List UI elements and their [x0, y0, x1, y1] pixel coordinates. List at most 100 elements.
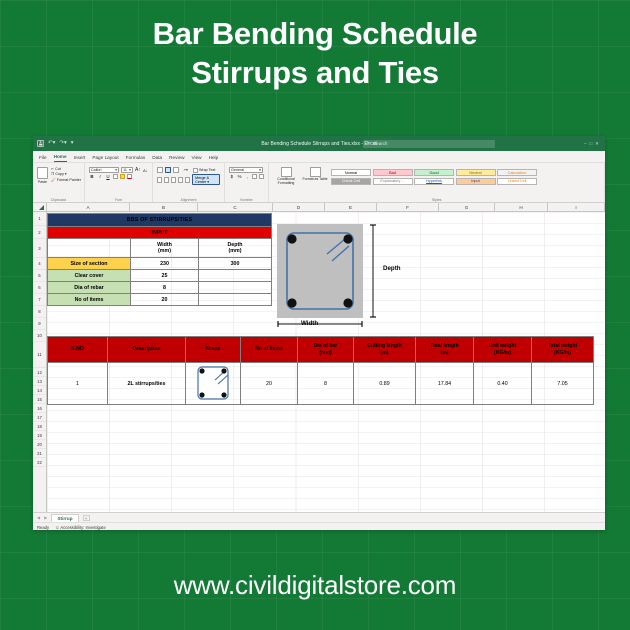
- cell-total-weight[interactable]: 7.05: [531, 362, 594, 405]
- next-sheet-icon[interactable]: ▶: [44, 515, 47, 520]
- style-linked-cell[interactable]: Linked Cell: [497, 177, 537, 185]
- format-as-table-button[interactable]: Format as Table: [302, 167, 328, 185]
- cell-description[interactable]: 2L stirrups/ties: [107, 362, 186, 405]
- style-normal[interactable]: Normal: [331, 169, 371, 176]
- sheet-canvas[interactable]: BBS OF STIRRUPS/TIES INPUT Width (mm) De…: [47, 212, 605, 512]
- fill-color-icon[interactable]: [120, 174, 125, 180]
- column-header-i[interactable]: I: [548, 203, 605, 211]
- decrease-font-size-icon[interactable]: A↓: [143, 168, 148, 173]
- cell-unit-weight[interactable]: 0.40: [473, 362, 532, 405]
- column-header-h[interactable]: H: [495, 203, 548, 211]
- style-explanatory[interactable]: Explanatory ...: [372, 177, 413, 185]
- row-header-15[interactable]: 15: [33, 395, 46, 404]
- value-size-of-section-depth[interactable]: 300: [198, 257, 272, 270]
- percent-format-button[interactable]: %: [237, 174, 243, 179]
- row-header-14[interactable]: 14: [33, 386, 46, 395]
- row-header-2[interactable]: 2: [33, 226, 46, 239]
- row-header-13[interactable]: 13: [33, 377, 46, 386]
- align-middle-icon[interactable]: [165, 167, 171, 173]
- style-neutral[interactable]: Neutral: [455, 169, 496, 176]
- ribbon-tab-strip[interactable]: File Home Insert Page Layout Formulas Da…: [33, 151, 605, 163]
- align-top-icon[interactable]: [157, 167, 163, 173]
- column-header-a[interactable]: A: [47, 203, 130, 211]
- font-color-icon[interactable]: [127, 174, 132, 180]
- style-hyperlink[interactable]: Hyperlink: [414, 177, 454, 185]
- sheet-tab-bar[interactable]: ◀ ▶ Stirrup +: [33, 512, 605, 522]
- copy-button[interactable]: ❐ Copy ▾: [51, 172, 81, 176]
- row-header-10[interactable]: 10: [33, 330, 46, 342]
- value-clear-cover-depth[interactable]: [198, 269, 272, 282]
- tab-formulas[interactable]: Formulas: [126, 155, 146, 162]
- cut-button[interactable]: ✂ Cut: [51, 167, 81, 171]
- column-header-f[interactable]: F: [377, 203, 439, 211]
- font-family-select[interactable]: Calibri ▾: [89, 167, 120, 173]
- previous-sheet-icon[interactable]: ◀: [37, 515, 40, 520]
- row-header-7[interactable]: 7: [33, 294, 46, 306]
- column-header-c[interactable]: C: [198, 203, 273, 211]
- tab-data[interactable]: Data: [152, 155, 162, 162]
- increase-indent-icon[interactable]: [185, 176, 191, 183]
- row-header-11[interactable]: 11: [33, 342, 46, 368]
- align-center-icon[interactable]: [164, 176, 170, 183]
- tab-home[interactable]: Home: [53, 154, 67, 162]
- format-painter-button[interactable]: 🖌 Format Painter: [51, 178, 81, 182]
- align-right-icon[interactable]: [171, 176, 177, 183]
- align-left-icon[interactable]: [157, 176, 163, 183]
- style-input[interactable]: Input: [455, 177, 496, 185]
- paste-button[interactable]: Paste: [37, 167, 48, 184]
- chevron-down-icon[interactable]: ▾: [115, 168, 117, 172]
- cell-no-of-items[interactable]: 20: [240, 362, 298, 405]
- window-controls[interactable]: –□✕: [584, 141, 602, 147]
- chevron-down-icon[interactable]: ▾: [259, 168, 261, 172]
- row-header-8[interactable]: 8: [33, 306, 46, 318]
- chevron-down-icon[interactable]: ▾: [65, 172, 67, 176]
- increase-font-size-icon[interactable]: A↑: [135, 167, 141, 173]
- style-good[interactable]: Good: [414, 169, 454, 176]
- row-header-22[interactable]: 22: [33, 458, 46, 467]
- column-header-e[interactable]: E: [325, 203, 377, 211]
- row-header-18[interactable]: 18: [33, 422, 46, 431]
- row-header-9[interactable]: 9: [33, 318, 46, 330]
- tab-help[interactable]: Help: [209, 155, 219, 162]
- conditional-formatting-button[interactable]: Conditional Formatting: [273, 167, 299, 185]
- align-bottom-icon[interactable]: [173, 167, 179, 173]
- row-header-3[interactable]: 3: [33, 239, 46, 258]
- column-header-g[interactable]: G: [439, 203, 495, 211]
- select-all-corner[interactable]: [33, 203, 47, 211]
- column-header-b[interactable]: B: [130, 203, 198, 211]
- value-clear-cover-width[interactable]: 25: [130, 269, 199, 282]
- tab-view[interactable]: View: [191, 155, 201, 162]
- number-format-select[interactable]: General ▾: [229, 167, 263, 173]
- tab-file[interactable]: File: [39, 155, 47, 162]
- style-check-cell[interactable]: Check Cell: [331, 177, 371, 185]
- style-bad[interactable]: Bad: [372, 169, 413, 176]
- accessibility-status[interactable]: ☺ Accessibility: Investigate: [55, 525, 106, 530]
- value-dia-of-rebar-depth[interactable]: [198, 281, 272, 294]
- tab-page-layout[interactable]: Page Layout: [92, 155, 118, 162]
- value-no-of-items-width[interactable]: 20: [130, 293, 199, 306]
- italic-button[interactable]: I: [97, 174, 103, 179]
- comma-format-button[interactable]: ,: [245, 174, 251, 179]
- increase-decimal-icon[interactable]: [252, 174, 258, 180]
- tab-insert[interactable]: Insert: [74, 155, 86, 162]
- row-header-17[interactable]: 17: [33, 413, 46, 422]
- row-header-1[interactable]: 1: [33, 212, 46, 226]
- decrease-decimal-icon[interactable]: [259, 174, 264, 180]
- chevron-down-icon[interactable]: ▾: [207, 180, 209, 184]
- cell-styles-gallery[interactable]: Normal Bad Good Neutral Calculation Chec…: [331, 167, 537, 185]
- search-input[interactable]: 🔍 Search: [363, 139, 495, 148]
- row-header-12[interactable]: 12: [33, 368, 46, 377]
- site-url[interactable]: www.civildigitalstore.com: [0, 570, 630, 601]
- cell-cutting-length[interactable]: 0.89: [353, 362, 416, 405]
- decrease-indent-icon[interactable]: [178, 176, 184, 183]
- cell-shape[interactable]: [185, 362, 241, 405]
- currency-format-button[interactable]: $: [229, 174, 235, 179]
- sheet-tab-stirrup[interactable]: Stirrup: [51, 513, 79, 522]
- underline-button[interactable]: U: [105, 174, 111, 179]
- row-header-20[interactable]: 20: [33, 440, 46, 449]
- style-calculation[interactable]: Calculation: [497, 169, 537, 176]
- borders-icon[interactable]: [113, 174, 118, 180]
- merge-center-button[interactable]: Merge & Center ▾: [192, 174, 221, 186]
- bold-button[interactable]: B: [89, 174, 95, 179]
- orientation-button[interactable]: ↗▾: [183, 168, 188, 172]
